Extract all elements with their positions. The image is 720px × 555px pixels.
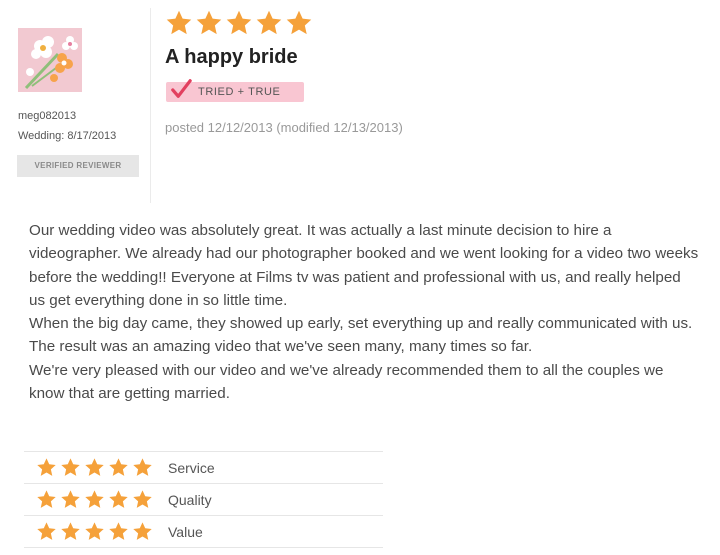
service-star-rating bbox=[36, 457, 153, 478]
reviewer-wedding-date: Wedding: 8/17/2013 bbox=[18, 130, 117, 142]
rating-row-service: Service bbox=[24, 451, 383, 483]
star-icon bbox=[196, 10, 222, 35]
star-icon bbox=[256, 10, 282, 35]
review-body: Our wedding video was absolutely great. … bbox=[29, 219, 699, 405]
overall-star-rating bbox=[165, 9, 313, 37]
star-icon bbox=[133, 490, 152, 508]
verified-reviewer-badge: VERIFIED REVIEWER bbox=[17, 155, 139, 177]
reviewer-avatar[interactable] bbox=[18, 28, 82, 92]
star-icon bbox=[37, 458, 56, 476]
review-paragraph: Our wedding video was absolutely great. … bbox=[29, 222, 699, 309]
star-icon bbox=[37, 522, 56, 540]
star-icon bbox=[85, 458, 104, 476]
star-icon bbox=[61, 522, 80, 540]
star-icon bbox=[109, 522, 128, 540]
star-icon bbox=[61, 458, 80, 476]
posted-date: posted 12/12/2013 (modified 12/13/2013) bbox=[165, 120, 403, 135]
star-icon bbox=[133, 522, 152, 540]
star-icon bbox=[166, 10, 192, 35]
category-ratings: Service Quality Value bbox=[24, 451, 383, 548]
flower-bouquet-icon bbox=[18, 28, 82, 92]
tried-true-label: TRIED + TRUE bbox=[198, 86, 281, 98]
value-star-rating bbox=[36, 521, 153, 542]
check-icon bbox=[171, 79, 192, 98]
star-icon bbox=[37, 490, 56, 508]
reviewer-name[interactable]: meg082013 bbox=[18, 110, 76, 122]
rating-row-value: Value bbox=[24, 515, 383, 548]
star-icon bbox=[85, 490, 104, 508]
review-title: A happy bride bbox=[165, 46, 298, 68]
review-paragraph: We're very pleased with our video and we… bbox=[29, 361, 664, 403]
star-icon bbox=[286, 10, 312, 35]
tried-true-tag: TRIED + TRUE bbox=[166, 79, 304, 102]
star-icon bbox=[85, 522, 104, 540]
rating-row-quality: Quality bbox=[24, 483, 383, 515]
star-icon bbox=[109, 490, 128, 508]
star-icon bbox=[133, 458, 152, 476]
star-icon bbox=[61, 490, 80, 508]
star-icon bbox=[109, 458, 128, 476]
vertical-divider bbox=[150, 8, 151, 203]
rating-label-quality: Quality bbox=[168, 491, 212, 508]
star-icon bbox=[226, 10, 252, 35]
quality-star-rating bbox=[36, 489, 153, 510]
rating-label-service: Service bbox=[168, 459, 215, 476]
review-paragraph: When the big day came, they showed up ea… bbox=[29, 315, 693, 356]
rating-label-value: Value bbox=[168, 523, 203, 540]
